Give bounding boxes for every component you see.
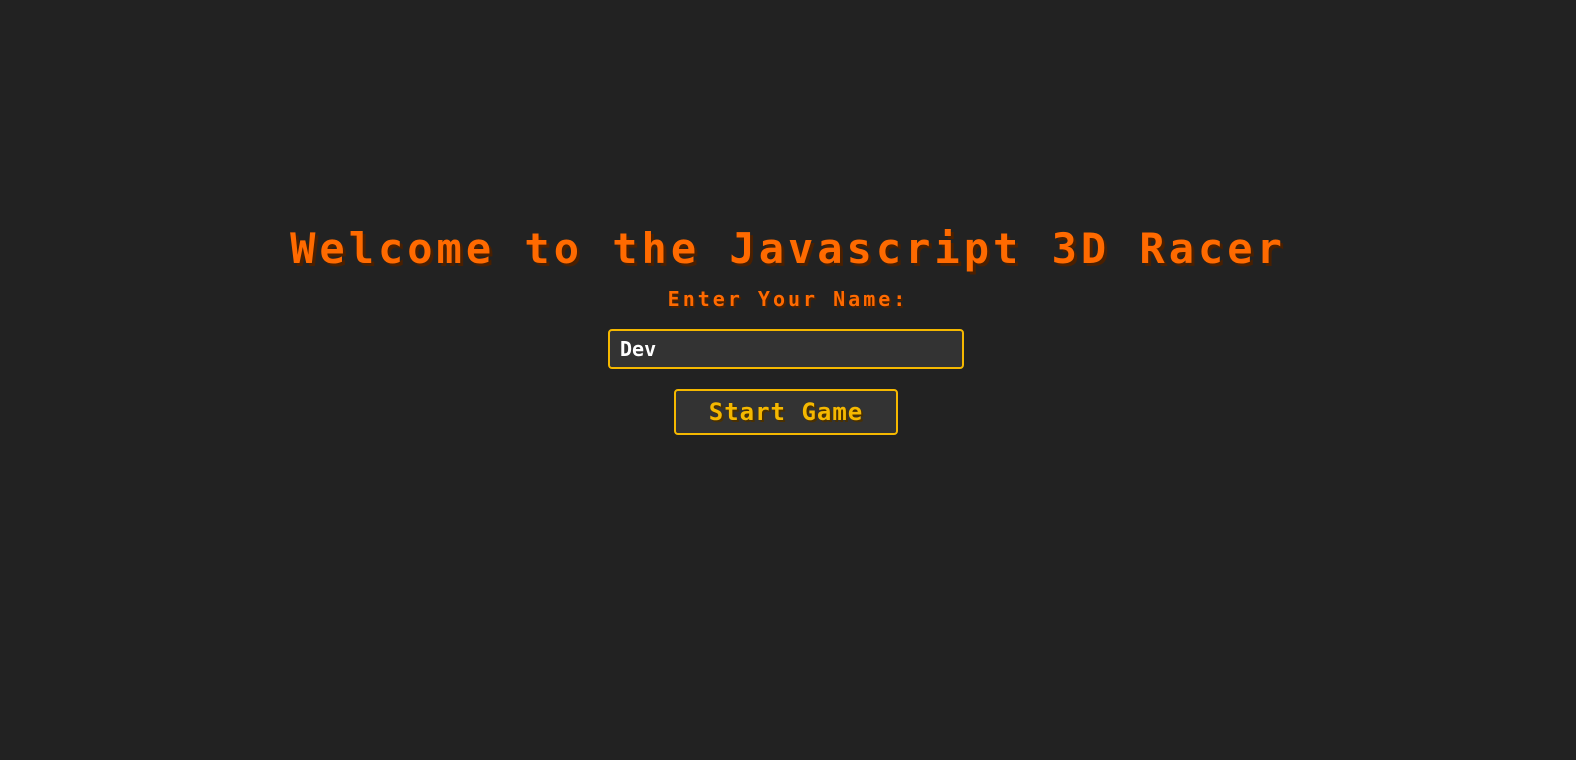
welcome-screen: Welcome to the Javascript 3D Racer Enter…: [0, 0, 1576, 760]
player-name-input[interactable]: [608, 329, 964, 369]
start-game-button[interactable]: Start Game: [674, 389, 898, 435]
name-label: Enter Your Name:: [667, 287, 909, 311]
page-title: Welcome to the Javascript 3D Racer: [290, 224, 1286, 273]
